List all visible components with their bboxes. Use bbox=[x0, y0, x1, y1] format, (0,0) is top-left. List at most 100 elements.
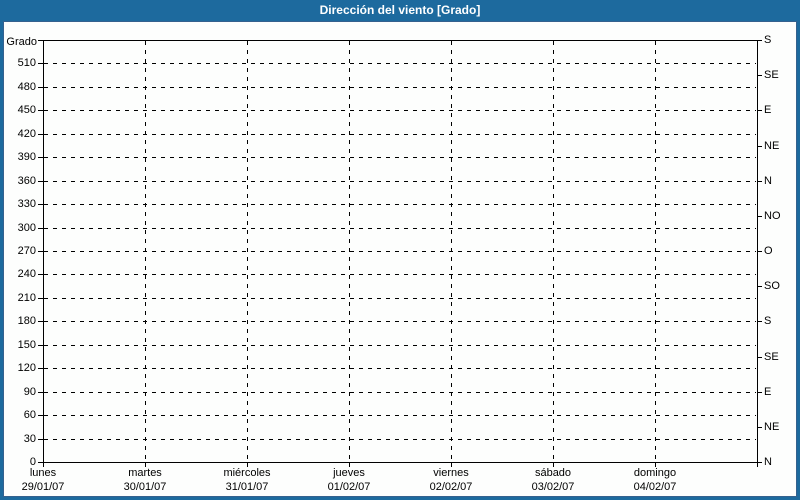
x-axis-date-label: 01/02/07 bbox=[327, 481, 371, 493]
x-axis-date-label: 04/02/07 bbox=[633, 481, 677, 493]
x-axis-date-label: 30/01/07 bbox=[123, 481, 167, 493]
y-left-tick-label: 510 bbox=[17, 57, 36, 69]
y-right-compass-label: N bbox=[764, 456, 772, 468]
h-gridline bbox=[44, 274, 756, 275]
y-left-tick-label: 480 bbox=[17, 81, 36, 93]
y-right-tick-mark bbox=[757, 216, 762, 217]
y-left-tick-label: 90 bbox=[23, 386, 36, 398]
chart-title: Dirección del viento [Grado] bbox=[319, 3, 481, 17]
y-right-tick-mark bbox=[757, 146, 762, 147]
y-left-tick-mark bbox=[38, 181, 43, 182]
y-right-tick-mark bbox=[757, 427, 762, 428]
y-left-tick-label: 30 bbox=[23, 433, 36, 445]
y-left-tick-mark bbox=[38, 251, 43, 252]
x-axis-day-label: domingo bbox=[633, 467, 677, 479]
y-right-compass-label: NO bbox=[764, 210, 781, 222]
y-right-tick-mark bbox=[757, 392, 762, 393]
x-axis-day-label: viernes bbox=[433, 467, 469, 479]
y-left-tick-label: 120 bbox=[17, 362, 36, 374]
y-axis-unit-label: Grado bbox=[6, 36, 37, 48]
h-gridline bbox=[44, 63, 756, 64]
h-gridline bbox=[44, 321, 756, 322]
y-left-tick-mark bbox=[38, 368, 43, 369]
h-gridline bbox=[44, 228, 756, 229]
y-right-tick-mark bbox=[757, 110, 762, 111]
h-gridline bbox=[44, 345, 756, 346]
y-left-tick-label: 180 bbox=[17, 315, 36, 327]
y-left-tick-label: 390 bbox=[17, 151, 36, 163]
v-gridline bbox=[553, 41, 554, 461]
x-axis-date-label: 03/02/07 bbox=[531, 481, 575, 493]
v-gridline bbox=[247, 41, 248, 461]
y-left-tick-mark bbox=[38, 40, 43, 41]
y-right-tick-mark bbox=[757, 286, 762, 287]
h-gridline bbox=[44, 415, 756, 416]
y-left-tick-mark bbox=[38, 392, 43, 393]
y-left-tick-mark bbox=[38, 321, 43, 322]
y-left-tick-label: 420 bbox=[17, 128, 36, 140]
h-gridline bbox=[44, 392, 756, 393]
y-right-compass-label: NE bbox=[764, 421, 780, 433]
y-left-tick-label: 150 bbox=[17, 339, 36, 351]
h-gridline bbox=[44, 87, 756, 88]
h-gridline bbox=[44, 298, 756, 299]
y-left-tick-label: 60 bbox=[23, 409, 36, 421]
y-left-tick-label: 360 bbox=[17, 175, 36, 187]
wind-direction-chart-window: Dirección del viento [Grado] Grado 0 30 60… bbox=[0, 0, 800, 500]
y-right-tick-mark bbox=[757, 321, 762, 322]
h-gridline bbox=[44, 181, 756, 182]
v-gridline bbox=[145, 41, 146, 461]
y-right-tick-mark bbox=[757, 462, 762, 463]
y-left-tick-mark bbox=[38, 298, 43, 299]
y-right-compass-label: SO bbox=[764, 280, 780, 292]
h-gridline bbox=[44, 204, 756, 205]
y-right-compass-label: S bbox=[764, 34, 772, 46]
y-right-tick-mark bbox=[757, 40, 762, 41]
v-gridline bbox=[655, 41, 656, 461]
y-left-tick-label: 240 bbox=[17, 268, 36, 280]
y-right-compass-label: SE bbox=[764, 351, 779, 363]
y-left-tick-label: 330 bbox=[17, 198, 36, 210]
y-left-tick-label: 270 bbox=[17, 245, 36, 257]
y-right-compass-label: SE bbox=[764, 69, 779, 81]
y-right-tick-mark bbox=[757, 251, 762, 252]
x-axis-day-label: miércoles bbox=[223, 467, 271, 479]
y-left-tick-label: 210 bbox=[17, 292, 36, 304]
x-axis-day-label: martes bbox=[128, 467, 162, 479]
y-left-tick-label: 300 bbox=[17, 222, 36, 234]
y-left-tick-mark bbox=[38, 274, 43, 275]
h-gridline bbox=[44, 134, 756, 135]
h-gridline bbox=[44, 110, 756, 111]
y-right-compass-label: E bbox=[764, 386, 772, 398]
y-left-tick-mark bbox=[38, 204, 43, 205]
h-gridline bbox=[44, 439, 756, 440]
y-left-tick-mark bbox=[38, 110, 43, 111]
x-axis-date-label: 31/01/07 bbox=[225, 481, 269, 493]
y-right-compass-label: S bbox=[764, 315, 772, 327]
y-right-compass-label: E bbox=[764, 104, 772, 116]
h-gridline bbox=[44, 157, 756, 158]
y-right-compass-label: O bbox=[764, 245, 773, 257]
y-right-tick-mark bbox=[757, 357, 762, 358]
y-left-tick-mark bbox=[38, 63, 43, 64]
v-gridline bbox=[451, 41, 452, 461]
y-left-tick-label: 450 bbox=[17, 104, 36, 116]
y-left-tick-mark bbox=[38, 87, 43, 88]
y-left-tick-mark bbox=[38, 134, 43, 135]
y-right-tick-mark bbox=[757, 181, 762, 182]
x-axis-day-label: lunes bbox=[29, 467, 57, 479]
y-right-compass-label: N bbox=[764, 175, 772, 187]
x-axis-day-label: sábado bbox=[534, 467, 572, 479]
x-axis-date-label: 02/02/07 bbox=[429, 481, 473, 493]
x-axis-day-label: jueves bbox=[333, 467, 365, 479]
y-left-tick-mark bbox=[38, 439, 43, 440]
y-right-tick-mark bbox=[757, 75, 762, 76]
h-gridline bbox=[44, 251, 756, 252]
x-axis-date-label: 29/01/07 bbox=[21, 481, 65, 493]
y-left-tick-mark bbox=[38, 228, 43, 229]
h-gridline bbox=[44, 368, 756, 369]
y-left-tick-mark bbox=[38, 345, 43, 346]
y-right-compass-label: NE bbox=[764, 140, 780, 152]
y-left-tick-mark bbox=[38, 415, 43, 416]
y-left-tick-mark bbox=[38, 157, 43, 158]
